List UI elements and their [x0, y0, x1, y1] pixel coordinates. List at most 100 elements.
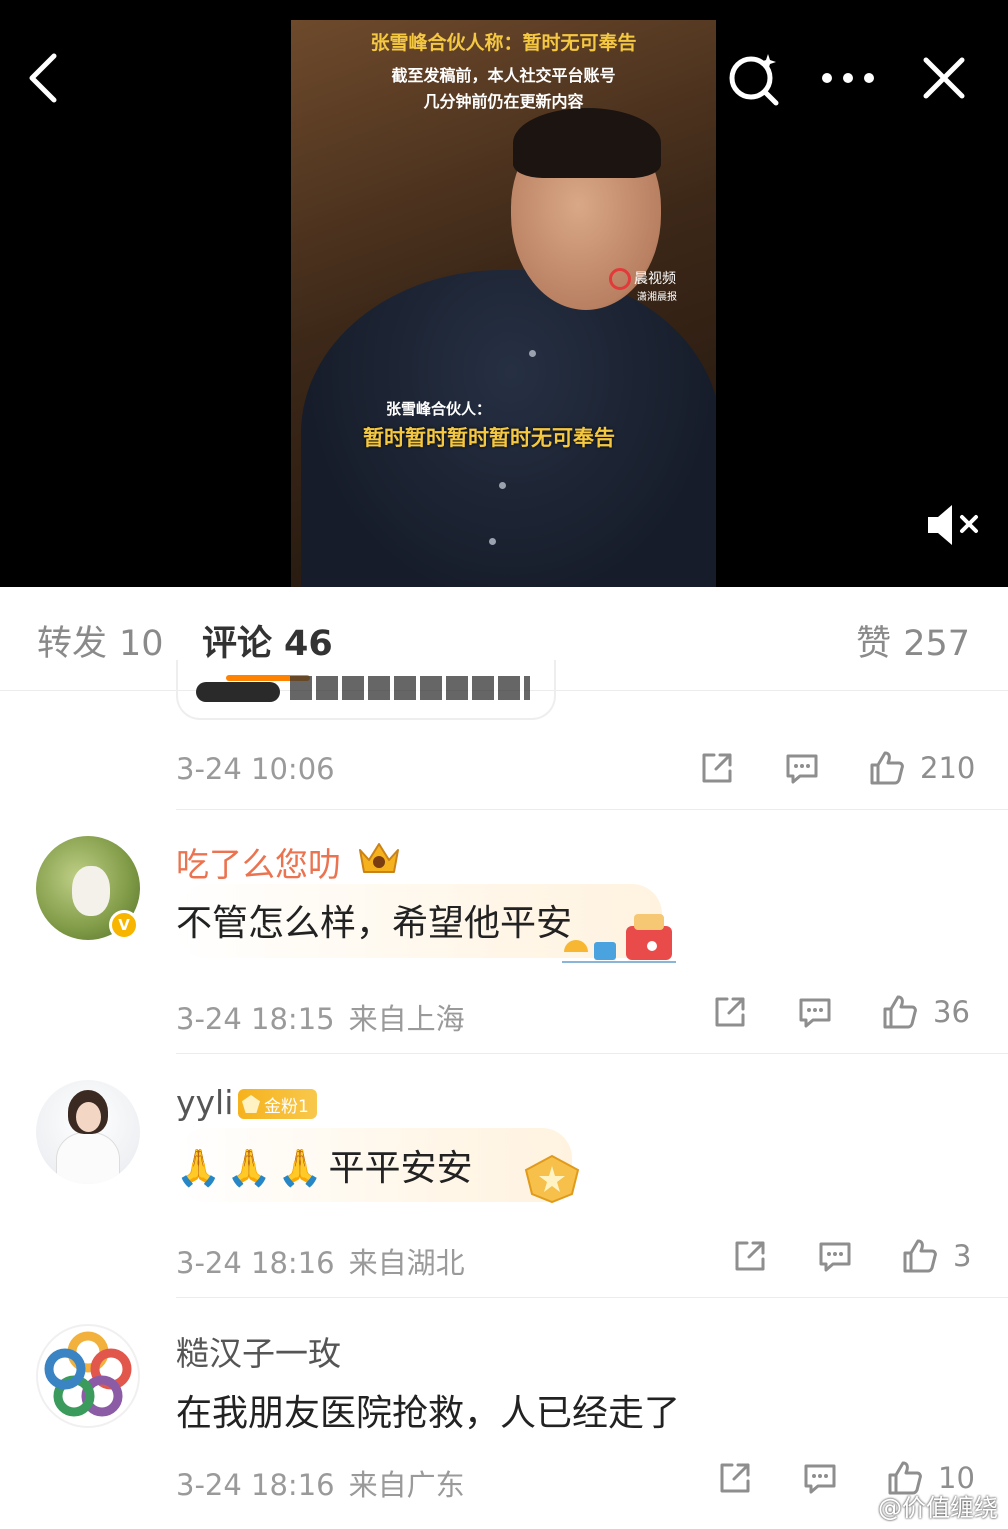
divider — [176, 809, 1008, 810]
comment-meta-row: 3-24 18:16 来自湖北 3 — [176, 1234, 976, 1280]
video-person-hair — [513, 108, 661, 178]
comment-icon — [819, 1242, 851, 1272]
close-icon — [923, 57, 965, 99]
avatar-girl-face — [76, 1102, 101, 1132]
comment-username[interactable]: yyli — [176, 1083, 233, 1122]
comment-location: 来自上海 — [348, 1002, 465, 1036]
chevron-left-icon — [29, 53, 57, 103]
comment-username[interactable]: 吃了么您叻 — [176, 838, 341, 886]
comment-text: 不管怎么样，希望他平安 — [176, 903, 573, 944]
share-button[interactable] — [731, 1234, 769, 1278]
comment-time: 3-24 10:06 — [176, 752, 335, 786]
gold-badge-decoration-icon — [524, 1154, 580, 1204]
video-source-watermark: 晨视频 潇湘晨报 — [609, 268, 677, 306]
comment-meta-row: 3-24 10:06 210 — [176, 746, 976, 790]
share-icon — [720, 1463, 750, 1493]
tab-repost-count: 10 — [119, 624, 164, 664]
share-icon — [715, 997, 745, 1027]
like-count: 210 — [920, 751, 976, 785]
reply-button[interactable] — [816, 1234, 854, 1278]
more-button[interactable] — [818, 48, 878, 108]
thumbs-up-icon — [883, 995, 917, 1029]
like-count: 36 — [933, 995, 970, 1029]
comment-username[interactable]: 糙汉子一玫 — [176, 1327, 341, 1375]
video-player[interactable]: 张雪峰合伙人称：暂时无可奉告 截至发稿前，本人社交平台账号 几分钟前仍在更新内容… — [0, 0, 1008, 587]
shirt-button — [499, 482, 506, 489]
comment-meta: 3-24 18:16 来自湖北 — [176, 1240, 465, 1282]
comment-icon — [799, 998, 831, 1028]
vip-crown-icon — [359, 843, 399, 873]
reply-button[interactable] — [783, 746, 821, 790]
video-caption-speaker: 张雪峰合伙人： — [386, 400, 492, 418]
tab-like-label: 赞 — [856, 624, 892, 664]
comment-meta-row: 3-24 18:15 来自上海 36 — [176, 990, 976, 1036]
verified-badge: V — [109, 910, 139, 940]
comment-time: 3-24 18:16 — [176, 1246, 335, 1280]
shirt-button — [529, 350, 536, 357]
tab-repost[interactable]: 转发 10 — [37, 615, 164, 666]
video-source-name: 晨视频 — [634, 271, 676, 287]
tab-like-count: 257 — [903, 624, 970, 664]
avatar[interactable] — [36, 1324, 140, 1428]
share-button[interactable] — [711, 990, 749, 1034]
like-count: 3 — [953, 1239, 972, 1273]
fan-level-badge: 金粉1 — [238, 1089, 317, 1119]
share-button[interactable] — [716, 1456, 754, 1500]
quoted-card-text-clipped — [290, 676, 530, 700]
search-button[interactable] — [724, 48, 784, 108]
avatar-girl-dress — [56, 1132, 120, 1184]
reply-button[interactable] — [801, 1456, 839, 1500]
speaker-muted-icon — [928, 505, 978, 545]
tab-comment-count: 46 — [284, 624, 333, 664]
avatar-flower-logo-icon — [44, 1331, 132, 1417]
fan-badge-label: 金粉1 — [264, 1096, 309, 1117]
shirt-button — [489, 538, 496, 545]
avatar[interactable] — [36, 1080, 140, 1184]
share-icon — [702, 753, 732, 783]
search-sparkle-icon — [729, 54, 779, 106]
back-button[interactable] — [14, 48, 74, 108]
like-button[interactable]: 210 — [868, 746, 975, 790]
like-button[interactable]: 3 — [901, 1234, 971, 1278]
comment-location: 来自广东 — [348, 1468, 465, 1502]
like-button[interactable]: 36 — [881, 990, 970, 1034]
divider — [176, 1053, 1008, 1054]
tab-like[interactable]: 赞 257 — [856, 615, 970, 666]
comment-text: 在我朋友医院抢救，人已经走了 — [176, 1393, 681, 1434]
reply-button[interactable] — [796, 990, 834, 1034]
video-caption-title: 张雪峰合伙人称：暂时无可奉告 — [370, 32, 637, 54]
thumbs-up-icon — [903, 1239, 937, 1273]
comment-icon — [786, 754, 818, 784]
comment-text: 🙏 🙏 🙏 平平安安 — [176, 1139, 473, 1191]
weibo-watermark: @价值缠绕 — [878, 1494, 998, 1522]
tab-comment-label: 评论 — [202, 624, 273, 664]
praying-hands-icon: 🙏 — [226, 1148, 272, 1189]
comment-meta: 3-24 18:15 来自上海 — [176, 996, 465, 1038]
praying-hands-icon: 🙏 — [176, 1148, 221, 1189]
video-caption-line: 几分钟前仍在更新内容 — [423, 92, 584, 111]
comment-time: 3-24 18:16 — [176, 1468, 335, 1502]
video-frame[interactable]: 张雪峰合伙人称：暂时无可奉告 截至发稿前，本人社交平台账号 几分钟前仍在更新内容… — [291, 20, 716, 587]
thumbs-up-icon — [870, 751, 904, 785]
mute-toggle[interactable] — [922, 500, 986, 550]
quoted-card-partial[interactable] — [176, 660, 556, 720]
tab-comment[interactable]: 评论 46 — [202, 615, 333, 666]
comment-time: 3-24 18:15 — [176, 1002, 335, 1036]
share-icon — [735, 1241, 765, 1271]
video-source-sub: 潇湘晨报 — [637, 292, 677, 303]
comment-meta: 3-24 10:06 — [176, 752, 335, 786]
fan-gem-icon — [242, 1095, 260, 1113]
video-source-logo-icon — [609, 268, 631, 290]
video-caption-line: 截至发稿前，本人社交平台账号 — [391, 66, 616, 85]
comment-location: 来自湖北 — [348, 1246, 465, 1280]
quoted-card-badge — [196, 682, 280, 702]
share-button[interactable] — [698, 746, 736, 790]
praying-hands-icon: 🙏 — [277, 1148, 323, 1189]
tab-repost-label: 转发 — [37, 624, 108, 664]
more-dots-icon — [822, 73, 874, 83]
breakfast-decoration-icon — [562, 914, 676, 963]
divider — [176, 1297, 1008, 1298]
comment-icon — [804, 1464, 836, 1494]
avatar-lamb-figure — [72, 866, 110, 916]
close-button[interactable] — [914, 48, 974, 108]
